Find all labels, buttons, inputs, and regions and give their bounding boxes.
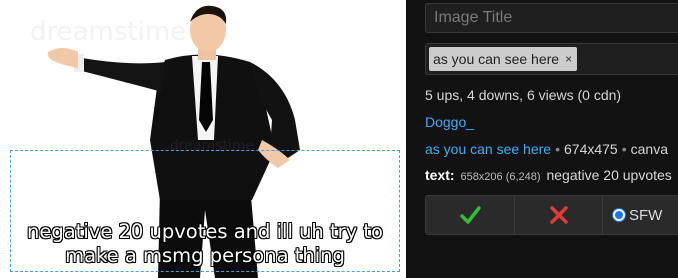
caption-meta: text: 658x206 (6,248) negative 20 upvote… <box>425 167 672 183</box>
caption-text: negative 20 upvotes and ill uh try to ma… <box>27 220 383 267</box>
text-label: text: <box>425 167 455 183</box>
reject-button[interactable] <box>515 195 603 235</box>
sfw-label: SFW <box>629 206 663 224</box>
meta-overflow: canva <box>630 141 668 157</box>
meta-separator: • <box>555 141 560 157</box>
tag-label: as you can see here <box>433 51 560 67</box>
author-link[interactable]: Doggo_ <box>425 114 474 130</box>
meme-canvas[interactable]: dreamstime dreamstime negative 20 upvote… <box>0 0 406 278</box>
tags-input[interactable]: as you can see here × <box>425 43 678 75</box>
moderation-buttons: SFW <box>425 195 678 235</box>
sfw-radio[interactable] <box>613 209 625 221</box>
svg-text:dreamstime: dreamstime <box>30 17 186 47</box>
text-dimensions: 658x206 (6,248) <box>460 171 541 183</box>
x-icon <box>549 206 568 224</box>
sfw-toggle[interactable]: SFW <box>603 195 678 235</box>
image-info-panel: as you can see here × 5 ups, 4 downs, 6 … <box>406 0 678 278</box>
check-icon <box>460 206 481 224</box>
tag-chip[interactable]: as you can see here × <box>429 47 578 71</box>
image-title-input[interactable] <box>425 3 678 33</box>
approve-button[interactable] <box>425 195 515 235</box>
image-stats: 5 ups, 4 downs, 6 views (0 cdn) <box>425 87 622 103</box>
caption-text-box[interactable]: negative 20 upvotes and ill uh try to ma… <box>10 150 400 272</box>
image-meta: as you can see here • 674x475 • canva <box>425 141 668 157</box>
text-value: negative 20 upvotes <box>546 167 672 183</box>
image-dimensions: 674x475 <box>564 141 618 157</box>
tag-link[interactable]: as you can see here <box>425 141 551 157</box>
meta-separator: • <box>621 141 627 157</box>
tag-remove-icon[interactable]: × <box>565 47 572 71</box>
